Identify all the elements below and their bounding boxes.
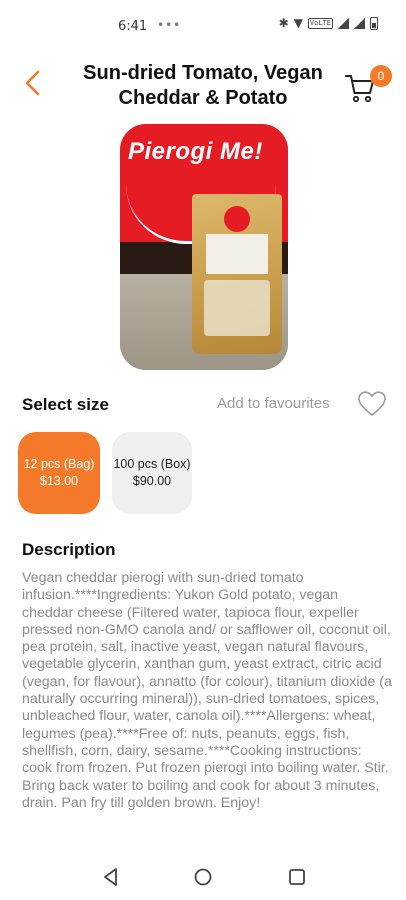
description-title: Description (22, 540, 116, 559)
product-image-sign-text: Pierogi Me! (128, 138, 263, 165)
status-overflow-icon: ••• (157, 18, 182, 32)
size-option-price: $13.00 (39, 474, 79, 488)
back-button[interactable] (18, 68, 48, 98)
size-option-100-pcs[interactable]: 100 pcs (Box) $90.00 (112, 432, 192, 514)
description-text: Vegan cheddar pierogi with sun-dried tom… (22, 570, 392, 811)
product-bag (192, 194, 282, 354)
description-scroll[interactable]: Vegan cheddar pierogi with sun-dried tom… (22, 570, 392, 853)
favourite-button[interactable] (358, 391, 386, 417)
page-title: Sun-dried Tomato, Vegan Cheddar & Potato (83, 62, 323, 109)
size-option-name: 12 pcs (Bag) (23, 457, 95, 471)
status-icons: ✱ ▼ VoLTE (279, 16, 378, 30)
heart-icon (358, 391, 386, 416)
nav-back-button[interactable] (100, 866, 122, 888)
status-time: 6:41 (118, 19, 148, 34)
status-bar: 6:41 ••• ✱ ▼ VoLTE (0, 0, 406, 54)
battery-icon (370, 16, 378, 30)
size-option-price: $90.00 (132, 474, 172, 488)
system-nav-bar (0, 854, 406, 900)
header: Sun-dried Tomato, Vegan Cheddar & Potato… (0, 58, 406, 114)
square-recents-icon (289, 869, 305, 885)
nav-recents-button[interactable] (286, 866, 308, 888)
select-size-label: Select size (22, 395, 109, 414)
signal-icon-2 (354, 17, 365, 29)
circle-home-icon (194, 868, 212, 886)
triangle-back-icon (104, 868, 117, 886)
size-option-12-pcs[interactable]: 12 pcs (Bag) $13.00 (18, 432, 100, 514)
nav-home-button[interactable] (192, 866, 214, 888)
volte-icon: VoLTE (307, 17, 333, 29)
bluetooth-icon: ✱ (278, 16, 289, 30)
chevron-left-icon (25, 70, 40, 96)
cart-button[interactable]: 0 (344, 65, 392, 104)
size-option-name: 100 pcs (Box) (113, 457, 191, 471)
product-image: Pierogi Me! (120, 124, 288, 370)
add-to-favourites-label[interactable]: Add to favourites (217, 395, 330, 412)
signal-icon (338, 17, 349, 29)
cart-count-badge: 0 (370, 65, 392, 87)
wifi-icon: ▼ (293, 16, 303, 30)
